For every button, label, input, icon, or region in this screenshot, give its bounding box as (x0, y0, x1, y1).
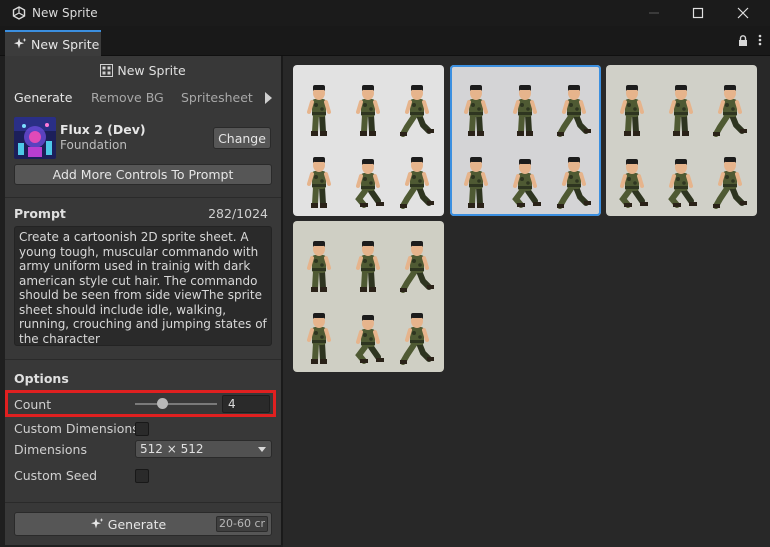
generated-image[interactable] (606, 65, 757, 216)
generate-cost-badge: 20-60 cr (216, 516, 268, 532)
prompt-label: Prompt (14, 206, 66, 221)
options-label: Options (14, 371, 69, 386)
custom-dimensions-label: Custom Dimensions (14, 421, 139, 436)
generated-image[interactable] (450, 65, 601, 216)
title-bar: New Sprite (0, 0, 770, 26)
tab-strip: New Sprite (0, 26, 770, 56)
count-highlight-box (5, 390, 276, 417)
dimensions-label: Dimensions (14, 442, 87, 457)
generation-panel: New Sprite Generate Remove BG Spriteshee… (5, 56, 281, 545)
maximize-icon (692, 7, 704, 19)
window-title: New Sprite (32, 6, 98, 20)
maximize-button[interactable] (675, 0, 721, 26)
subtab-remove-bg[interactable]: Remove BG (91, 90, 164, 105)
divider (5, 359, 281, 360)
chevron-down-icon (258, 447, 266, 452)
close-button[interactable] (720, 0, 766, 26)
generate-button[interactable]: Generate 20-60 cr (14, 512, 272, 536)
sprite-grid-icon (100, 63, 114, 77)
sparkle-icon (14, 38, 27, 49)
model-category: Foundation (60, 138, 127, 152)
model-thumbnail (14, 117, 56, 159)
generate-label: Generate (107, 516, 167, 532)
unity-logo-icon (12, 6, 26, 20)
dimensions-value: 512 × 512 (140, 442, 204, 456)
dimensions-dropdown[interactable]: 512 × 512 (135, 440, 272, 458)
sparkle-icon (90, 518, 104, 529)
subtab-spritesheet[interactable]: Spritesheet (181, 90, 253, 105)
custom-seed-label: Custom Seed (14, 468, 98, 483)
prompt-char-count: 282/1024 (208, 206, 268, 221)
subtab-bar: Generate Remove BG Spritesheet (5, 86, 281, 110)
panel-title: New Sprite (117, 62, 186, 78)
close-icon (737, 7, 749, 19)
generated-image[interactable] (293, 65, 444, 216)
minimize-button[interactable] (631, 0, 677, 26)
panel-header: New Sprite (5, 56, 281, 84)
tab-actions (738, 34, 762, 46)
custom-seed-checkbox[interactable] (135, 469, 149, 483)
lock-icon[interactable] (738, 34, 748, 46)
divider (5, 502, 281, 503)
model-name: Flux 2 (Dev) (60, 122, 146, 137)
custom-dimensions-checkbox[interactable] (135, 422, 149, 436)
tab-label: New Sprite (31, 36, 100, 52)
generate-label-wrap: Generate (90, 517, 166, 532)
tab-new-sprite[interactable]: New Sprite (5, 30, 101, 56)
divider (5, 197, 281, 198)
more-options-icon[interactable] (758, 34, 762, 46)
add-more-controls-button[interactable]: Add More Controls To Prompt (14, 164, 272, 185)
subtab-scroll-right-icon[interactable] (265, 92, 272, 104)
generated-image[interactable] (293, 221, 444, 372)
results-gallery (283, 56, 770, 547)
subtab-generate[interactable]: Generate (14, 90, 72, 105)
prompt-textarea[interactable]: Create a cartoonish 2D sprite sheet. A y… (14, 226, 272, 346)
change-model-button[interactable]: Change (213, 127, 271, 149)
minimize-icon (649, 12, 659, 14)
